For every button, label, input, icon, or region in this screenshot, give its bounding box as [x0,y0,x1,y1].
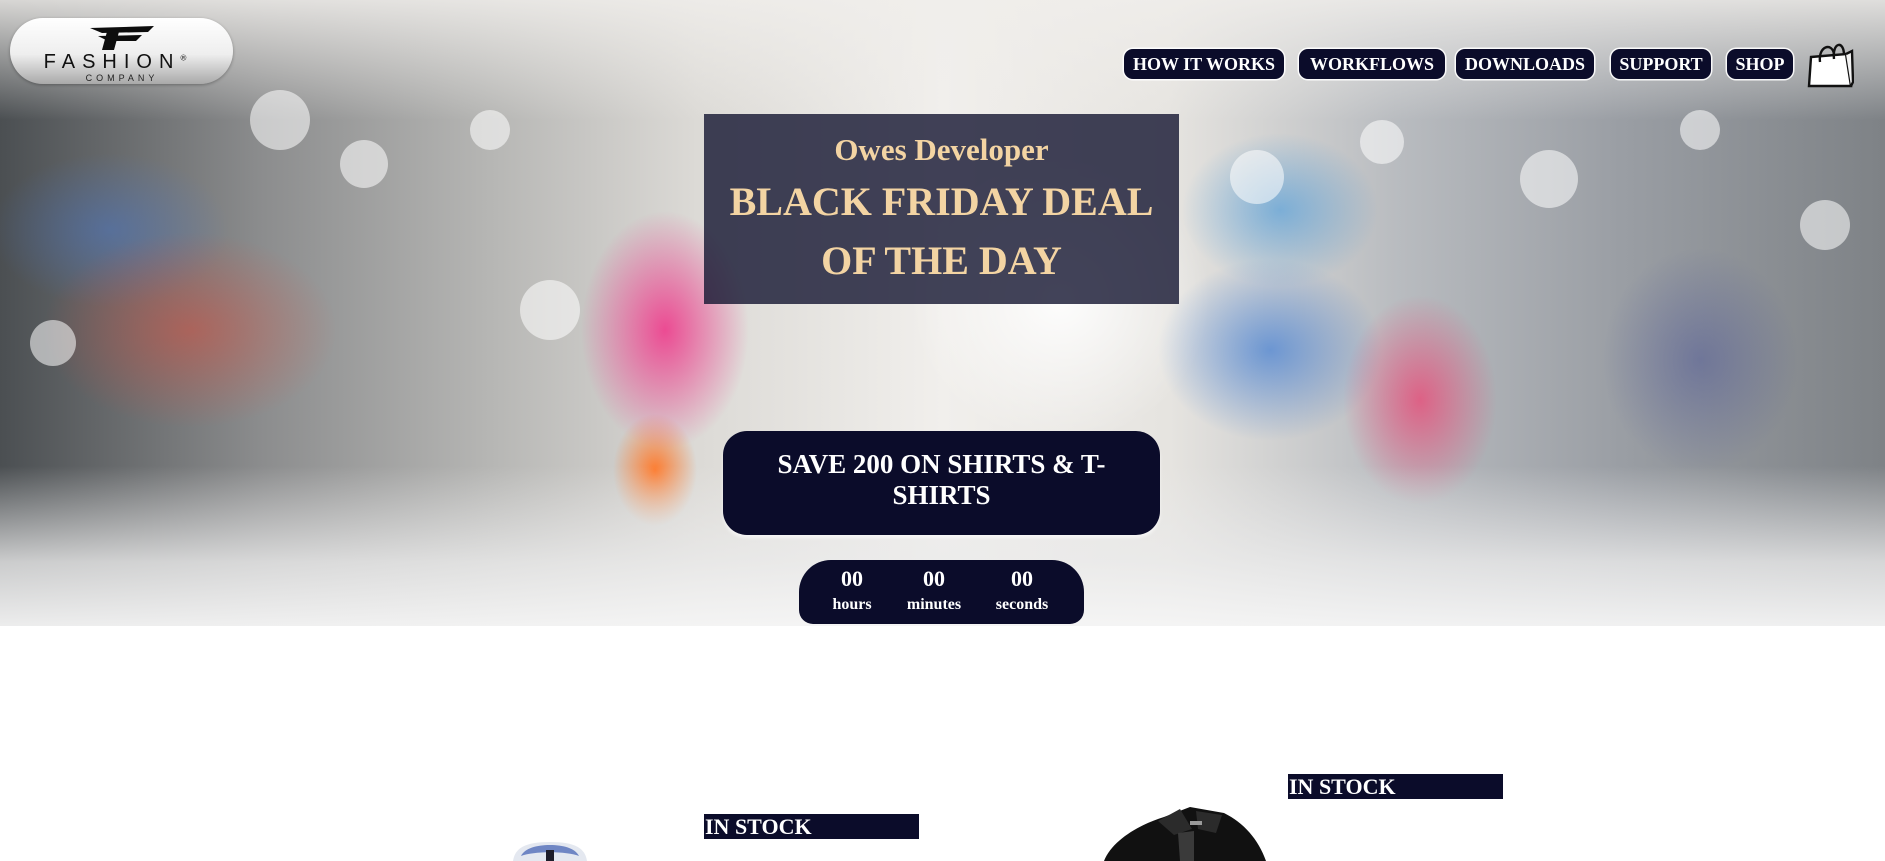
minutes-label: minutes [906,596,962,613]
light-blue-shirt-image[interactable] [505,838,595,861]
bokeh-light [250,90,310,150]
nav-support[interactable]: SUPPORT [1611,49,1711,79]
bokeh-light [1230,150,1284,204]
bokeh-light [1680,110,1720,150]
bokeh-light [30,320,76,366]
shopping-bag-icon[interactable] [1806,40,1854,88]
bokeh-light [1800,200,1850,250]
save-deal-label: SAVE 200 ON SHIRTS & T-SHIRTS [777,449,1106,510]
in-stock-badge: IN STOCK [1288,774,1503,799]
black-shirt-image[interactable] [1098,803,1270,861]
brand-name: Owes Developer [834,132,1049,167]
in-stock-badge: IN STOCK [704,814,919,839]
nav-how-it-works[interactable]: HOW IT WORKS [1124,49,1284,79]
hours-value: 00 [841,566,863,591]
countdown-seconds: 00 seconds [987,566,1057,615]
logo-subtitle: COMPANY [85,73,159,83]
countdown-minutes: 00 minutes [899,566,969,615]
nav-shop[interactable]: SHOP [1727,49,1793,79]
seconds-label: seconds [995,596,1049,613]
seconds-value: 00 [1011,566,1033,591]
nav-workflows[interactable]: WORKFLOWS [1299,49,1445,79]
save-deal-button[interactable]: SAVE 200 ON SHIRTS & T-SHIRTS [723,431,1160,535]
brand-logo[interactable]: FASHION® COMPANY [10,18,233,84]
bokeh-light [520,280,580,340]
deal-title: BLACK FRIDAY DEAL OF THE DAY [729,179,1154,283]
bokeh-light [340,140,388,188]
hours-label: hours [832,596,872,613]
bokeh-light [1520,150,1578,208]
deal-headline-box: Owes Developer BLACK FRIDAY DEAL OF THE … [704,114,1179,304]
page: FASHION® COMPANY HOW IT WORKS WORKFLOWS … [0,0,1885,861]
bokeh-light [470,110,510,150]
minutes-value: 00 [923,566,945,591]
logo-wordmark: FASHION® [43,51,187,73]
countdown-timer: 00 hours 00 minutes 00 seconds [799,560,1084,624]
countdown-hours: 00 hours [817,566,887,615]
wing-logo-icon [90,26,154,50]
nav-downloads[interactable]: DOWNLOADS [1456,49,1594,79]
bokeh-light [1360,120,1404,164]
